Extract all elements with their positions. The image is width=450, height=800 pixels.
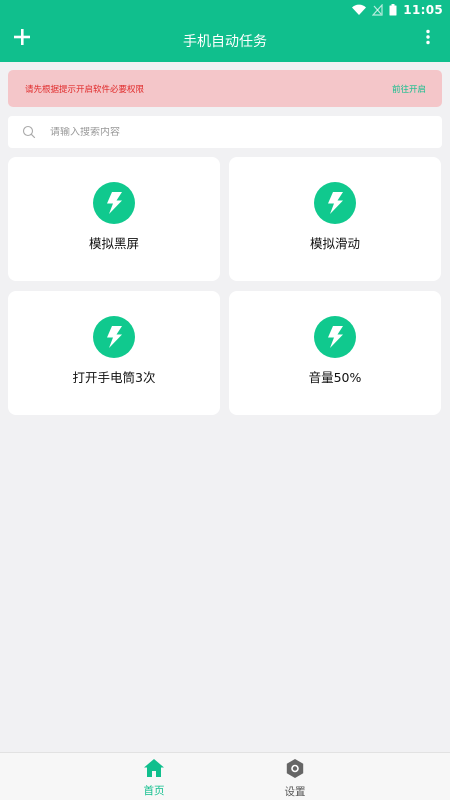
nav-item-home[interactable]: 首页 xyxy=(124,759,184,799)
nav-label-home: 首页 xyxy=(143,785,165,797)
lightning-icon xyxy=(93,182,135,224)
app-root: 11:05 手机自动任务 请先根据提示开启软件必要权限 前往开启 模拟黑屏 xyxy=(0,0,450,800)
lightning-icon xyxy=(93,316,135,358)
task-label: 打开手电筒3次 xyxy=(72,370,156,385)
task-card[interactable]: 模拟黑屏 xyxy=(8,157,220,281)
lightning-icon xyxy=(314,182,356,224)
search-icon xyxy=(22,125,36,139)
task-card[interactable]: 模拟滑动 xyxy=(229,157,441,281)
home-icon xyxy=(144,759,164,781)
more-options-button[interactable] xyxy=(414,25,442,53)
settings-icon xyxy=(286,759,304,782)
task-card[interactable]: 音量50% xyxy=(229,291,441,415)
page-title: 手机自动任务 xyxy=(183,34,267,50)
task-label: 模拟黑屏 xyxy=(88,236,139,251)
status-bar: 11:05 xyxy=(0,0,450,20)
nav-label-settings: 设置 xyxy=(284,786,306,798)
search-bar xyxy=(8,116,442,148)
open-permissions-link[interactable]: 前往开启 xyxy=(392,83,426,95)
notice-text: 请先根据提示开启软件必要权限 xyxy=(25,84,145,95)
bottom-navigation: 首页 设置 xyxy=(0,752,450,800)
wifi-icon xyxy=(352,4,367,16)
battery-icon xyxy=(389,4,397,16)
task-card[interactable]: 打开手电筒3次 xyxy=(8,291,220,415)
nav-item-settings[interactable]: 设置 xyxy=(265,759,325,799)
permission-notice: 请先根据提示开启软件必要权限 前往开启 xyxy=(8,70,442,107)
task-label: 模拟滑动 xyxy=(309,236,360,251)
more-vertical-icon xyxy=(425,29,431,49)
search-input[interactable] xyxy=(50,126,420,138)
plus-icon xyxy=(13,28,31,50)
task-label: 音量50% xyxy=(308,370,362,385)
no-signal-icon xyxy=(372,4,383,16)
lightning-icon xyxy=(314,316,356,358)
status-time: 11:05 xyxy=(403,3,443,17)
app-toolbar: 手机自动任务 xyxy=(0,20,450,62)
add-task-button[interactable] xyxy=(8,25,36,53)
